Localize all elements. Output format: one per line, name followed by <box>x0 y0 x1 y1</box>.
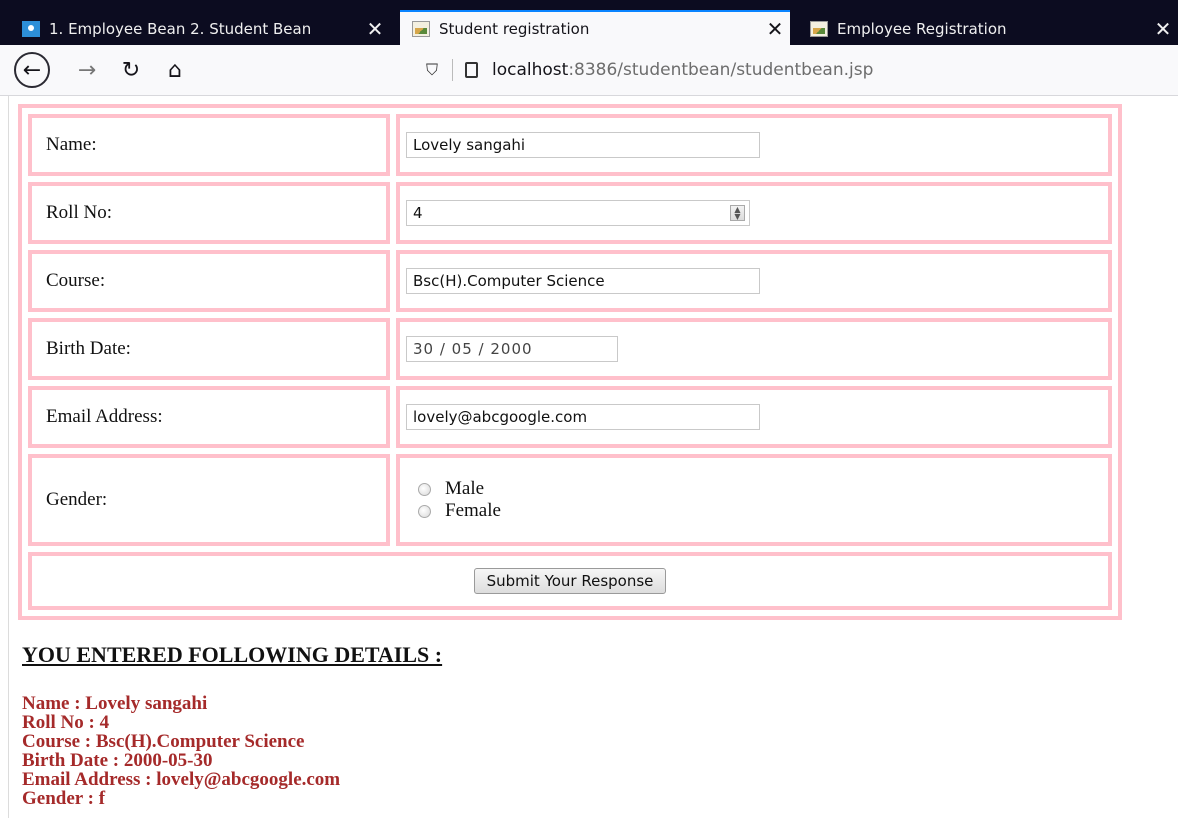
birth-date-cell: 30 / 05 / 2000 <box>396 318 1112 380</box>
results-heading: YOU ENTERED FOLLOWING DETAILS : <box>22 642 443 667</box>
result-course: Course : Bsc(H).Computer Science <box>22 731 305 752</box>
form-row-birth-date: Birth Date: 30 / 05 / 2000 <box>28 318 1112 380</box>
address-bar[interactable]: ⛉ localhost:8386/studentbean/studentbean… <box>420 54 1178 86</box>
gender-option-female[interactable]: Female <box>406 500 1094 522</box>
tab-student-registration[interactable]: Student registration ✕ <box>400 10 790 45</box>
birth-date-label: Birth Date: <box>28 318 390 380</box>
tab-employee-student-bean[interactable]: 1. Employee Bean 2. Student Bean ✕ <box>10 12 390 45</box>
gender-option-male[interactable]: Male <box>406 478 1094 500</box>
roll-number-input[interactable]: 4 ▲ ▼ <box>406 200 750 226</box>
spinner-arrows-icon[interactable]: ▲ ▼ <box>730 205 745 221</box>
page-icon <box>465 62 478 78</box>
form-row-name: Name: Lovely sangahi <box>28 114 1112 176</box>
home-icon: ⌂ <box>168 57 182 83</box>
registration-form-table: Name: Lovely sangahi Roll No: 4 ▲ ▼ Course… <box>18 104 1122 620</box>
result-roll-number: Roll No : 4 <box>22 712 110 733</box>
result-name: Name : Lovely sangahi <box>22 693 208 714</box>
page-favicon-icon <box>22 20 40 37</box>
email-cell: lovely@abcgoogle.com <box>396 386 1112 448</box>
form-row-email: Email Address: lovely@abcgoogle.com <box>28 386 1112 448</box>
course-label: Course: <box>28 250 390 312</box>
url-host: localhost <box>492 60 569 80</box>
form-row-gender: Gender: Male Female <box>28 454 1112 546</box>
email-label: Email Address: <box>28 386 390 448</box>
home-button[interactable]: ⌂ <box>160 52 190 88</box>
tab-title: Employee Registration <box>837 19 1007 38</box>
form-row-roll: Roll No: 4 ▲ ▼ <box>28 182 1112 244</box>
gender-label: Gender: <box>28 454 390 546</box>
url-separator <box>452 59 453 81</box>
birth-date-input[interactable]: 30 / 05 / 2000 <box>406 336 618 362</box>
page-content: Name: Lovely sangahi Roll No: 4 ▲ ▼ Course… <box>0 96 1178 818</box>
close-tab-icon[interactable]: ✕ <box>760 17 790 41</box>
tab-title: 1. Employee Bean 2. Student Bean <box>49 19 312 38</box>
forward-button[interactable]: → <box>72 52 102 88</box>
name-cell: Lovely sangahi <box>396 114 1112 176</box>
back-button[interactable]: ← <box>14 52 50 88</box>
name-label: Name: <box>28 114 390 176</box>
submit-button[interactable]: Submit Your Response <box>473 568 667 594</box>
result-gender: Gender : f <box>22 788 106 809</box>
form-row-submit: Submit Your Response <box>28 552 1112 610</box>
roll-cell: 4 ▲ ▼ <box>396 182 1112 244</box>
arrow-right-icon: → <box>77 57 97 83</box>
male-label: Male <box>445 478 485 499</box>
submit-cell: Submit Your Response <box>28 552 1112 610</box>
course-input[interactable]: Bsc(H).Computer Science <box>406 268 760 294</box>
email-input[interactable]: lovely@abcgoogle.com <box>406 404 760 430</box>
close-tab-icon[interactable]: ✕ <box>360 17 390 41</box>
tab-bar: 1. Employee Bean 2. Student Bean ✕ Stude… <box>0 0 1178 45</box>
result-email: Email Address : lovely@abcgoogle.com <box>22 769 341 790</box>
url-path: :8386/studentbean/studentbean.jsp <box>568 60 874 80</box>
result-birth-date: Birth Date : 2000-05-30 <box>22 750 213 771</box>
male-radio[interactable] <box>418 482 431 496</box>
form-row-course: Course: Bsc(H).Computer Science <box>28 250 1112 312</box>
gender-cell: Male Female <box>396 454 1112 546</box>
roll-label: Roll No: <box>28 182 390 244</box>
female-label: Female <box>445 500 501 521</box>
tab-title: Student registration <box>439 19 590 38</box>
image-favicon-icon <box>810 20 828 37</box>
name-input[interactable]: Lovely sangahi <box>406 132 760 158</box>
course-cell: Bsc(H).Computer Science <box>396 250 1112 312</box>
arrow-left-icon: ← <box>22 57 42 83</box>
roll-number-value: 4 <box>413 204 423 222</box>
shield-icon[interactable]: ⛉ <box>420 60 444 80</box>
image-favicon-icon <box>412 20 430 37</box>
reload-icon: ↻ <box>121 57 141 83</box>
close-tab-icon[interactable]: ✕ <box>1148 17 1178 41</box>
tab-employee-registration[interactable]: Employee Registration ✕ <box>798 12 1178 45</box>
female-radio[interactable] <box>418 504 431 518</box>
navigation-bar: ← → ↻ ⌂ ⛉ localhost:8386/studentbean/stu… <box>0 45 1178 96</box>
results-section: YOU ENTERED FOLLOWING DETAILS : Name : L… <box>22 642 442 808</box>
reload-button[interactable]: ↻ <box>116 52 146 88</box>
